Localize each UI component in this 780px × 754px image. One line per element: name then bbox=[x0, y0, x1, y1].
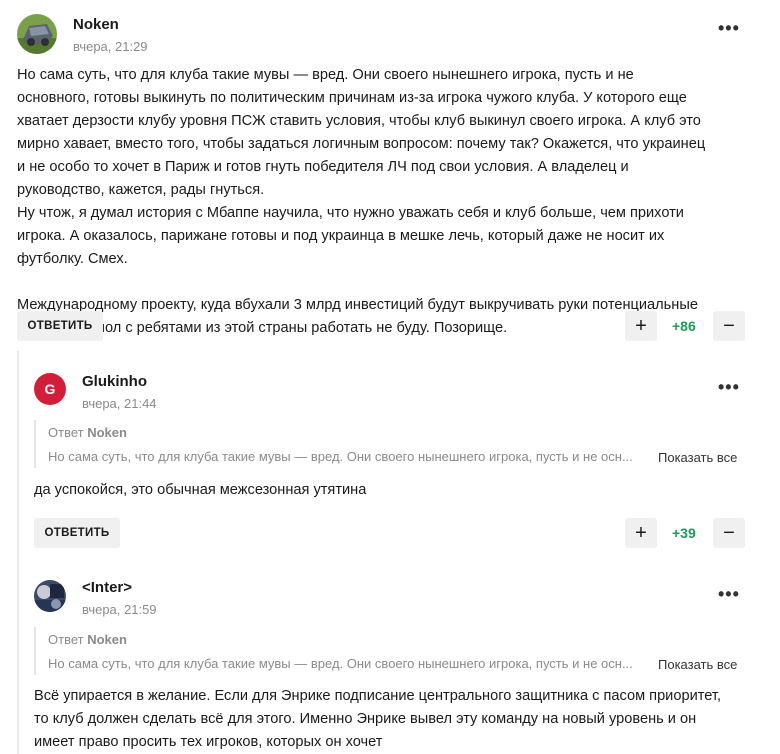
quote-text: Но сама суть, что для клуба такие мувы —… bbox=[48, 656, 633, 671]
comment-text: Всё упирается в желание. Если для Энрике… bbox=[34, 688, 721, 750]
vote-score: +86 bbox=[672, 318, 696, 334]
minus-icon: − bbox=[723, 314, 735, 337]
show-all-link[interactable]: Показать все bbox=[658, 657, 737, 672]
comment-author[interactable]: Noken bbox=[73, 16, 119, 33]
avatar[interactable] bbox=[17, 14, 57, 54]
comment-time: вчера, 21:29 bbox=[73, 39, 148, 54]
quote-prefix: Ответ bbox=[48, 425, 84, 440]
upvote-button[interactable]: + bbox=[625, 518, 657, 548]
thread-line bbox=[17, 351, 19, 754]
quote-header: Ответ Noken bbox=[48, 425, 127, 440]
downvote-button[interactable]: − bbox=[713, 311, 745, 341]
plus-icon: + bbox=[635, 314, 647, 337]
avatar[interactable]: G bbox=[34, 373, 66, 405]
comment-paragraph: Ну чтож, я думал история с Мбаппе научил… bbox=[17, 205, 684, 267]
minus-icon: − bbox=[723, 521, 735, 544]
reply-quote: Ответ Noken Но сама суть, что для клуба … bbox=[34, 627, 746, 675]
more-dots-icon[interactable]: ••• bbox=[718, 377, 740, 398]
downvote-button[interactable]: − bbox=[713, 518, 745, 548]
reply-button[interactable]: ОТВЕТИТЬ bbox=[17, 311, 103, 341]
quote-prefix: Ответ bbox=[48, 632, 84, 647]
comment-paragraph: Международному проекту, куда вбухали 3 м… bbox=[17, 297, 698, 336]
comment-author[interactable]: <Inter> bbox=[82, 579, 132, 596]
comment-text: Но сама суть, что для клуба такие мувы —… bbox=[17, 64, 707, 340]
quote-author[interactable]: Noken bbox=[87, 425, 127, 440]
quote-text: Но сама суть, что для клуба такие мувы —… bbox=[48, 449, 633, 464]
reply-button[interactable]: ОТВЕТИТЬ bbox=[34, 518, 120, 548]
comment-time: вчера, 21:44 bbox=[82, 396, 157, 411]
quote-header: Ответ Noken bbox=[48, 632, 127, 647]
avatar-letter: G bbox=[44, 381, 56, 397]
quote-author[interactable]: Noken bbox=[87, 632, 127, 647]
avatar[interactable] bbox=[34, 580, 66, 612]
avatar-image bbox=[17, 14, 57, 54]
more-dots-icon[interactable]: ••• bbox=[718, 18, 740, 39]
comment-text: да успокойся, это обычная межсезонная ут… bbox=[34, 482, 367, 498]
vote-score: +39 bbox=[672, 525, 696, 541]
comment-author[interactable]: Glukinho bbox=[82, 373, 147, 390]
plus-icon: + bbox=[635, 521, 647, 544]
reply-quote: Ответ Noken Но сама суть, что для клуба … bbox=[34, 420, 746, 468]
more-dots-icon[interactable]: ••• bbox=[718, 584, 740, 605]
avatar-image bbox=[34, 580, 66, 612]
upvote-button[interactable]: + bbox=[625, 311, 657, 341]
show-all-link[interactable]: Показать все bbox=[658, 450, 737, 465]
comment-paragraph: Но сама суть, что для клуба такие мувы —… bbox=[17, 67, 706, 198]
comment-time: вчера, 21:59 bbox=[82, 602, 157, 617]
